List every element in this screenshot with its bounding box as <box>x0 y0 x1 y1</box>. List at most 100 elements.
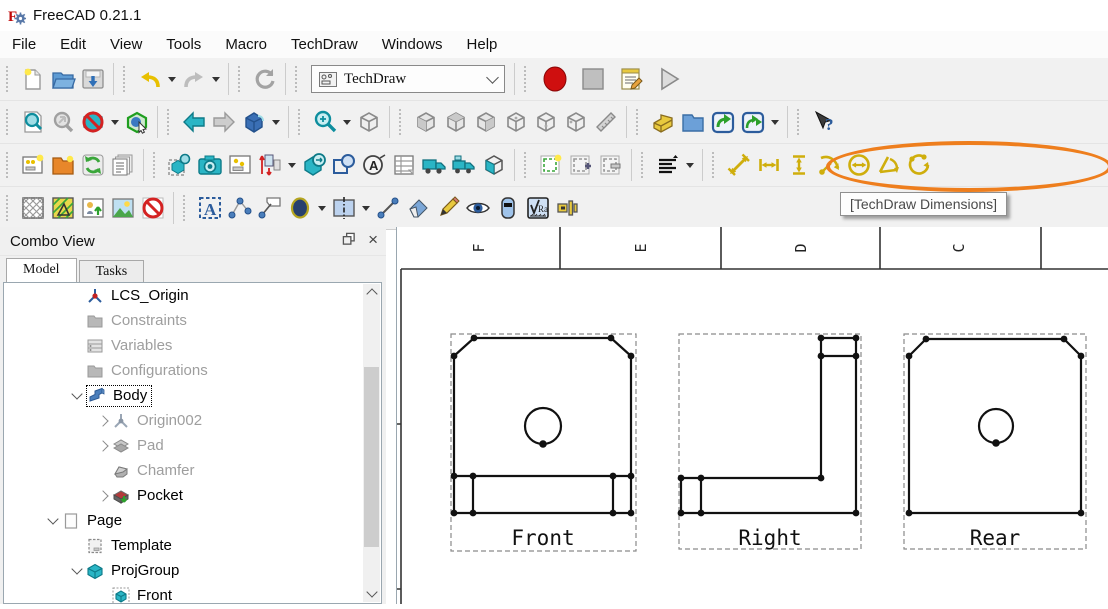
new-document-button[interactable] <box>18 62 48 96</box>
drawing-canvas[interactable]: F E D C Front Right Rear <box>396 227 1108 604</box>
toolbar-grip[interactable] <box>712 152 719 178</box>
shape-2d-view-button[interactable] <box>479 148 509 182</box>
dimension-length-button[interactable] <box>724 148 754 182</box>
weld-symbol-button[interactable] <box>553 191 583 225</box>
toolbar-grip[interactable] <box>641 152 648 178</box>
expand-chevron[interactable] <box>94 439 112 452</box>
expand-chevron[interactable] <box>68 563 86 576</box>
dimension-radius-button[interactable] <box>814 148 844 182</box>
projection-group-button[interactable] <box>255 148 285 182</box>
toolbar-grip[interactable] <box>6 109 13 135</box>
insert-symbol-button[interactable] <box>78 191 108 225</box>
tab-tasks[interactable]: Tasks <box>78 260 145 282</box>
insert-active-view-button[interactable] <box>195 148 225 182</box>
tree-item-chamfer[interactable]: Chamfer <box>4 458 381 483</box>
view-right[interactable]: Right <box>677 333 862 550</box>
clip-group-add-button[interactable] <box>566 148 596 182</box>
centerline-button[interactable] <box>329 191 359 225</box>
view-bottom-button[interactable] <box>531 105 561 139</box>
toolbar-grip[interactable] <box>6 66 13 92</box>
dimension-diameter-button[interactable] <box>844 148 874 182</box>
tree-item-variables[interactable]: Variables <box>4 333 381 358</box>
macro-play-button[interactable] <box>650 62 688 96</box>
macro-record-button[interactable] <box>536 62 574 96</box>
isometric-view-button[interactable] <box>239 105 269 139</box>
tree-scrollbar[interactable] <box>363 284 380 602</box>
midpoint-vertices-button[interactable] <box>225 191 255 225</box>
annotation-button[interactable]: A <box>195 191 225 225</box>
redo-dropdown-caret[interactable] <box>212 76 220 82</box>
decorate-line-button[interactable] <box>433 191 463 225</box>
print-all-pages-button[interactable] <box>108 148 138 182</box>
complex-section-button[interactable] <box>329 148 359 182</box>
nav-forward-button[interactable] <box>209 105 239 139</box>
rich-annotation-button[interactable] <box>285 191 315 225</box>
section-view-button[interactable] <box>299 148 329 182</box>
tree-item-page[interactable]: Page <box>4 508 381 533</box>
projection-group-dropdown-caret[interactable] <box>288 162 296 168</box>
export-page-svg-button[interactable] <box>419 148 449 182</box>
insert-image-button[interactable] <box>108 191 138 225</box>
centerline-dropdown-caret[interactable] <box>362 205 370 211</box>
expand-chevron[interactable] <box>94 414 112 427</box>
tree-item-configurations[interactable]: Configurations <box>4 358 381 383</box>
toolbar-grip[interactable] <box>524 66 531 92</box>
toolbar-grip[interactable] <box>6 195 13 221</box>
scrollbar-thumb[interactable] <box>364 367 379 547</box>
tree-item-constraints[interactable]: Constraints <box>4 308 381 333</box>
undo-dropdown-caret[interactable] <box>168 76 176 82</box>
show-hide-edges-button[interactable] <box>463 191 493 225</box>
view-left-button[interactable] <box>561 105 591 139</box>
toolbar-grip[interactable] <box>153 152 160 178</box>
tree-item-template[interactable]: Template <box>4 533 381 558</box>
redraw-page-button[interactable] <box>78 148 108 182</box>
toolbar-grip[interactable] <box>183 195 190 221</box>
toolbar-grip[interactable] <box>238 66 245 92</box>
toolbar-grip[interactable] <box>6 152 13 178</box>
toolbar-grip[interactable] <box>167 109 174 135</box>
insert-view-button[interactable] <box>165 148 195 182</box>
workbench-selector[interactable]: TechDraw <box>311 65 505 93</box>
open-document-button[interactable] <box>48 62 78 96</box>
toolbar-grip[interactable] <box>797 109 804 135</box>
make-link-button[interactable] <box>708 105 738 139</box>
refresh-button[interactable] <box>250 62 280 96</box>
save-document-button[interactable] <box>78 62 108 96</box>
menu-help[interactable]: Help <box>455 33 510 56</box>
expand-chevron[interactable] <box>44 513 62 526</box>
tree-item-pocket[interactable]: Pocket <box>4 483 381 508</box>
line-attributes-button[interactable] <box>653 148 683 182</box>
scroll-down-arrow[interactable] <box>363 585 380 602</box>
whats-this-button[interactable]: ? <box>809 105 839 139</box>
view-front[interactable]: Front <box>450 333 637 552</box>
detail-view-button[interactable]: A <box>359 148 389 182</box>
tree-item-origin002[interactable]: Origin002 <box>4 408 381 433</box>
new-page-template-button[interactable] <box>48 148 78 182</box>
toggle-frames-button[interactable] <box>138 191 168 225</box>
tree-item-body[interactable]: Body <box>4 383 381 408</box>
close-panel-icon[interactable]: × <box>368 231 378 248</box>
zoom-dropdown-caret[interactable] <box>343 119 351 125</box>
link-dropdown-caret[interactable] <box>771 119 779 125</box>
make-link-group-button[interactable] <box>738 105 768 139</box>
scroll-up-arrow[interactable] <box>363 284 380 301</box>
dimension-horizontal-button[interactable] <box>754 148 784 182</box>
menu-techdraw[interactable]: TechDraw <box>279 33 370 56</box>
tree-item-lcs-origin[interactable]: LCS_Origin <box>4 283 381 308</box>
toolbar-grip[interactable] <box>295 66 302 92</box>
view-top-button[interactable] <box>441 105 471 139</box>
rich-annotation-dropdown-caret[interactable] <box>318 205 326 211</box>
toolbar-grip[interactable] <box>123 66 130 92</box>
export-page-dxf-button[interactable] <box>449 148 479 182</box>
dimension-3pt-angle-button[interactable] <box>904 148 934 182</box>
cosmetic-vertex-button[interactable] <box>493 191 523 225</box>
macro-stop-button[interactable] <box>574 62 612 96</box>
line-attributes-dropdown-caret[interactable] <box>686 162 694 168</box>
axonometric-view-button[interactable] <box>354 105 384 139</box>
undo-button[interactable] <box>135 62 165 96</box>
menu-view[interactable]: View <box>98 33 154 56</box>
draw-style-dropdown-caret[interactable] <box>111 119 119 125</box>
zoom-button[interactable] <box>310 105 340 139</box>
view-rear-button[interactable] <box>501 105 531 139</box>
menu-tools[interactable]: Tools <box>154 33 213 56</box>
